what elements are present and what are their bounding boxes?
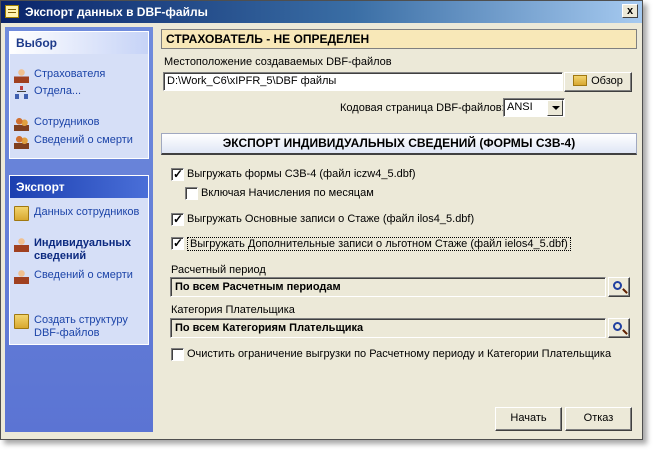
sidebar-item-label: Сведений о смерти <box>34 269 133 281</box>
insurer-banner: СТРАХОВАТЕЛЬ - НЕ ОПРЕДЕЛЕН <box>161 29 637 49</box>
sidebar-item-label: Страхователя <box>34 68 106 80</box>
title-bar: Экспорт данных в DBF-файлы x <box>1 1 642 23</box>
category-label: Категория Плательщика <box>171 304 295 316</box>
person-icon <box>14 68 29 83</box>
person-icon <box>14 237 29 252</box>
codepage-value: ANSI <box>507 101 533 113</box>
section-title: ЭКСПОРТ ИНДИВИДУАЛЬНЫХ СВЕДЕНИЙ (ФОРМЫ С… <box>161 133 637 155</box>
clear-limit-checkbox[interactable] <box>171 348 184 361</box>
clear-limit-label: Очистить ограничение выгрузки по Расчетн… <box>187 348 612 360</box>
include-monthly-label: Включая Начисления по месяцам <box>201 187 374 199</box>
export-main-records-checkbox[interactable] <box>171 212 184 226</box>
window-app-icon <box>5 5 19 18</box>
close-button[interactable]: x <box>622 4 638 18</box>
group-icon <box>14 134 29 149</box>
folder-icon <box>14 314 29 329</box>
sidebar-item-label: Данных сотрудников <box>34 206 140 218</box>
export-szv4-checkbox[interactable] <box>171 167 184 181</box>
sidebar-item-label: Отдела... <box>34 85 82 97</box>
browse-button[interactable]: Обзор <box>564 72 632 92</box>
category-field[interactable]: По всем Категориям Плательщика <box>170 318 606 338</box>
export-main-records-label: Выгружать Основные записи о Стаже (файл … <box>187 213 475 225</box>
window-title: Экспорт данных в DBF-файлы <box>25 5 208 19</box>
period-label: Расчетный период <box>171 264 266 276</box>
cancel-button[interactable]: Отказ <box>565 407 632 431</box>
period-search-button[interactable] <box>608 277 630 297</box>
sidebar-item-label: Сведений о смерти <box>34 134 133 146</box>
sidebar-item-label: Сотрудников <box>34 116 100 128</box>
browse-button-label: Обзор <box>591 75 623 87</box>
sidebar-export-panel: Экспорт Данных сотрудников Индивидуальны… <box>9 175 149 345</box>
folder-icon <box>14 206 29 221</box>
folder-open-icon <box>573 75 588 86</box>
sidebar-item-label: Создать структуру DBF-файлов <box>34 314 128 339</box>
codepage-label: Кодовая страница DBF-файлов: <box>340 102 505 114</box>
sidebar-export-title: Экспорт <box>10 176 148 198</box>
export-extra-records-checkbox[interactable] <box>171 236 184 250</box>
export-szv4-label: Выгружать формы СЗВ-4 (файл iczw4_5.dbf) <box>187 168 416 180</box>
group-icon <box>14 116 29 131</box>
org-chart-icon <box>14 85 29 100</box>
chevron-down-icon[interactable] <box>547 100 563 116</box>
include-monthly-checkbox[interactable] <box>185 187 198 200</box>
export-extra-records-label: Выгружать Дополнительные записи о льготн… <box>187 237 571 251</box>
sidebar-choose-title: Выбор <box>10 32 148 54</box>
sidebar: Выбор Страхователя Отдела... Сотрудников… <box>5 27 153 432</box>
category-search-button[interactable] <box>608 318 630 338</box>
codepage-select[interactable]: ANSI <box>503 98 565 117</box>
export-dialog: Экспорт данных в DBF-файлы x Выбор Страх… <box>0 0 643 440</box>
location-input[interactable]: D:\Work_C6\xIPFR_5\DBF файлы <box>163 72 563 91</box>
sidebar-choose-panel: Выбор Страхователя Отдела... Сотрудников… <box>9 31 149 159</box>
period-field[interactable]: По всем Расчетным периодам <box>170 277 606 297</box>
location-label: Местоположение создаваемых DBF-файлов <box>164 56 392 68</box>
magnifier-icon <box>613 281 622 290</box>
person-icon <box>14 269 29 284</box>
sidebar-item-label: Индивидуальных сведений <box>34 237 131 262</box>
start-button[interactable]: Начать <box>495 407 562 431</box>
magnifier-icon <box>613 322 622 331</box>
